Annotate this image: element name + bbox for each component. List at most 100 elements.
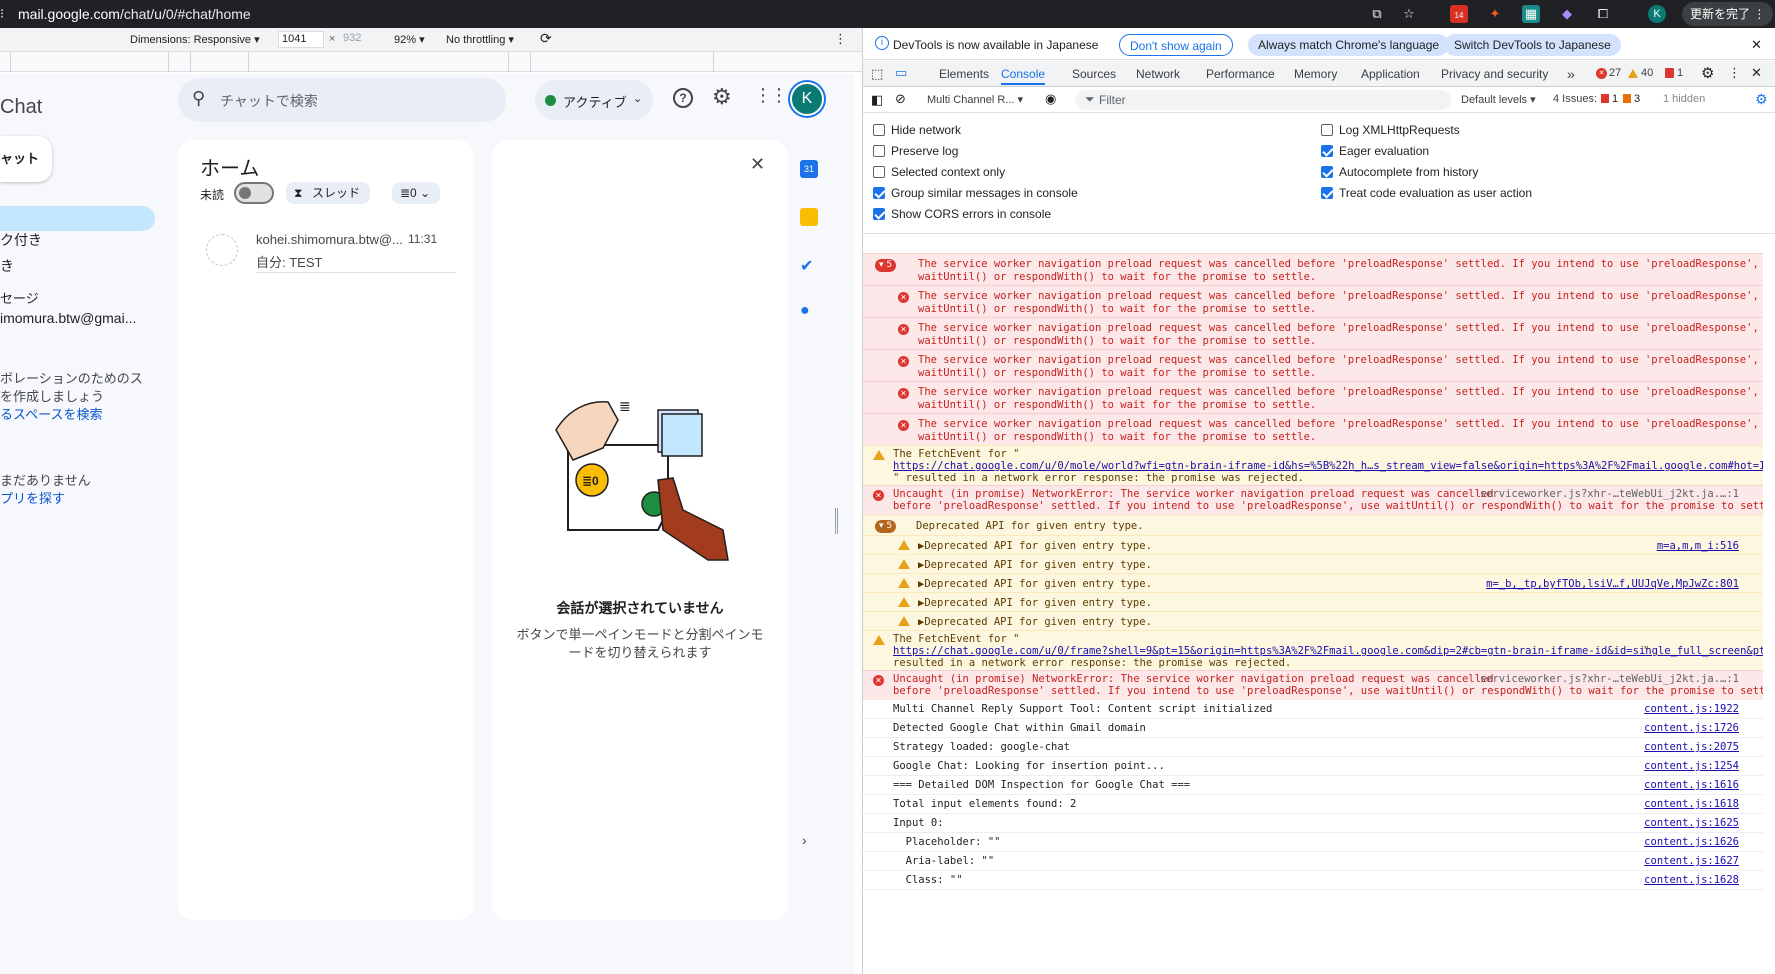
device-more-icon[interactable]: ⋮ — [834, 31, 847, 47]
log-source[interactable]: content.js:1254 — [1644, 760, 1739, 773]
extension-fox-icon[interactable]: ✦ — [1486, 5, 1504, 23]
sidebar-toggle-icon[interactable]: ◧ — [871, 92, 883, 108]
log-source[interactable]: content.js:1625 — [1644, 817, 1739, 830]
fetch-warning-2[interactable]: The FetchEvent for " https://chat.google.… — [863, 630, 1763, 670]
tab-elements[interactable]: Elements — [939, 61, 989, 87]
close-icon[interactable]: ✕ — [750, 154, 765, 175]
clear-console-icon[interactable]: ⊘ — [895, 91, 906, 107]
setting-right-2[interactable]: Autocomplete from history — [1321, 164, 1478, 180]
uncaught-source[interactable]: serviceworker.js?xhr-…teWebUi_j2kt.ja.…:… — [1480, 488, 1739, 501]
keep-icon[interactable] — [800, 208, 818, 226]
extension-box-icon[interactable]: ▦ — [1522, 5, 1540, 23]
log-row[interactable]: Placeholder: "" content.js:1626 — [863, 833, 1763, 852]
nav-home-selected[interactable] — [0, 206, 155, 231]
checkbox[interactable] — [1321, 145, 1333, 157]
inspect-element-icon[interactable]: ⬚ — [871, 66, 883, 82]
tab-privacy-security[interactable]: Privacy and security — [1441, 61, 1548, 87]
log-row[interactable]: Google Chat: Looking for insertion point… — [863, 757, 1763, 776]
checkbox[interactable] — [873, 166, 885, 178]
new-chat-button[interactable]: ャット — [0, 136, 52, 182]
error-count[interactable]: 27 — [1609, 67, 1621, 79]
calendar-icon[interactable]: 31 — [800, 160, 818, 178]
log-source[interactable]: content.js:1626 — [1644, 836, 1739, 849]
nav-item-mentions[interactable]: ク付き — [0, 230, 42, 250]
profile-avatar[interactable]: K — [1648, 5, 1666, 23]
setting-right-1[interactable]: Eager evaluation — [1321, 143, 1429, 159]
address-bar[interactable]: mail.google.com/chat/u/0/#chat/home — [18, 6, 251, 22]
install-app-icon[interactable]: ⧉ — [1368, 5, 1386, 23]
setting-right-0[interactable]: Log XMLHttpRequests — [1321, 122, 1460, 138]
tab-network[interactable]: Network — [1136, 61, 1180, 87]
nav-item-starred[interactable]: き — [0, 256, 14, 276]
error-row[interactable]: ✕ The service worker navigation preload r… — [863, 317, 1763, 349]
dimensions-select[interactable]: Dimensions: Responsive ▾ — [130, 33, 260, 46]
log-row[interactable]: === Detailed DOM Inspection for Google C… — [863, 776, 1763, 795]
tab-memory[interactable]: Memory — [1294, 61, 1337, 87]
kebab-menu-icon[interactable]: ⋮ — [1728, 65, 1741, 81]
log-source[interactable]: content.js:1618 — [1644, 798, 1739, 811]
levels-select[interactable]: Default levels ▾ — [1461, 93, 1536, 106]
warning-count[interactable]: 40 — [1641, 67, 1653, 79]
uncaught-error-2[interactable]: ✕ Uncaught (in promise) NetworkError: The… — [863, 670, 1763, 700]
checkbox[interactable] — [1321, 187, 1333, 199]
log-source[interactable]: content.js:1922 — [1644, 703, 1739, 716]
resize-handle[interactable] — [835, 508, 838, 534]
setting-left-0[interactable]: Hide network — [873, 122, 961, 138]
setting-left-3[interactable]: Group similar messages in console — [873, 185, 1078, 201]
media-query-ruler[interactable] — [0, 52, 862, 72]
setting-left-1[interactable]: Preserve log — [873, 143, 958, 159]
fetch-url-link[interactable]: https://chat.google.com/u/0/mole/world?w… — [893, 460, 1763, 473]
tab-performance[interactable]: Performance — [1206, 61, 1275, 87]
context-select[interactable]: Multi Channel R... ▾ — [927, 93, 1023, 106]
checkbox[interactable] — [1321, 166, 1333, 178]
warning-row[interactable]: ▶Deprecated API for given entry type. m=_… — [863, 573, 1763, 592]
error-row[interactable]: ✕ The service worker navigation preload r… — [863, 381, 1763, 413]
gear-icon[interactable]: ⚙ — [712, 84, 732, 110]
unread-toggle[interactable] — [234, 182, 274, 204]
status-button[interactable]: アクティブ ⌄ — [535, 80, 653, 120]
warning-row[interactable]: ▶Deprecated API for given entry type. m=a… — [863, 535, 1763, 554]
dont-show-button[interactable]: Don't show again — [1119, 34, 1233, 56]
uncaught-error-1[interactable]: ✕ Uncaught (in promise) NetworkError: The… — [863, 485, 1763, 515]
extension-game-icon[interactable]: ◆ — [1558, 5, 1576, 23]
close-icon[interactable]: ✕ — [1751, 37, 1762, 53]
deprecated-source-1[interactable]: m=a,m,m_i:516 — [1657, 540, 1739, 553]
fetch-url-link[interactable]: https://chat.google.com/u/0/frame?shell=… — [893, 645, 1763, 658]
warning-row[interactable]: ▶Deprecated API for given entry type. — [863, 554, 1763, 573]
extensions-puzzle-icon[interactable]: ⧠ — [1594, 5, 1612, 23]
log-row[interactable]: Aria-label: "" content.js:1627 — [863, 852, 1763, 871]
checkbox[interactable] — [873, 124, 885, 136]
checkbox[interactable] — [873, 208, 885, 220]
log-row[interactable]: Total input elements found: 2 content.js:… — [863, 795, 1763, 814]
log-source[interactable]: content.js:2075 — [1644, 741, 1739, 754]
issues-count-small[interactable]: 1 — [1677, 67, 1683, 79]
log-row[interactable]: Strategy loaded: google-chat content.js:2… — [863, 738, 1763, 757]
checkbox[interactable] — [1321, 124, 1333, 136]
search-bar[interactable]: ⚲ チャットで検索 — [178, 78, 506, 122]
rotate-icon[interactable]: ⟳ — [540, 30, 552, 47]
match-language-button[interactable]: Always match Chrome's language — [1248, 34, 1450, 56]
deprecated-source-3[interactable]: m=_b,_tp,byfTOb,lsiV…f,UUJqVe,MpJwZc:801 — [1486, 578, 1739, 591]
log-source[interactable]: content.js:1616 — [1644, 779, 1739, 792]
setting-right-3[interactable]: Treat code evaluation as user action — [1321, 185, 1532, 201]
log-row[interactable]: Multi Channel Reply Support Tool: Conten… — [863, 700, 1763, 719]
height-input[interactable]: 932 — [340, 31, 386, 48]
warning-row[interactable]: ▶Deprecated API for given entry type. — [863, 592, 1763, 611]
throttle-select[interactable]: No throttling ▾ — [446, 33, 514, 46]
fetch-warning-1[interactable]: The FetchEvent for " https://chat.google.… — [863, 445, 1763, 485]
device-toggle-icon[interactable]: ▭ — [895, 65, 907, 81]
warning-group-count[interactable]: ▾ 5 — [875, 520, 897, 533]
dm-item[interactable]: imomura.btw@gmai... — [0, 310, 136, 326]
close-devtools-icon[interactable]: ✕ — [1751, 65, 1762, 81]
log-row[interactable]: Input 0: content.js:1625 — [863, 814, 1763, 833]
space-search-link[interactable]: るスペースを検索 — [0, 404, 102, 423]
extension-badge-icon[interactable]: 14 — [1450, 5, 1468, 23]
bookmark-star-icon[interactable]: ☆ — [1400, 5, 1418, 23]
tab-sources[interactable]: Sources — [1072, 61, 1116, 87]
width-input[interactable]: 1041 — [278, 31, 324, 48]
checkbox[interactable] — [873, 145, 885, 157]
avatar[interactable]: K — [790, 82, 824, 116]
tab-console[interactable]: Console — [1001, 61, 1046, 85]
filter-input[interactable]: Filter — [1099, 93, 1126, 107]
log-source[interactable]: content.js:1726 — [1644, 722, 1739, 735]
